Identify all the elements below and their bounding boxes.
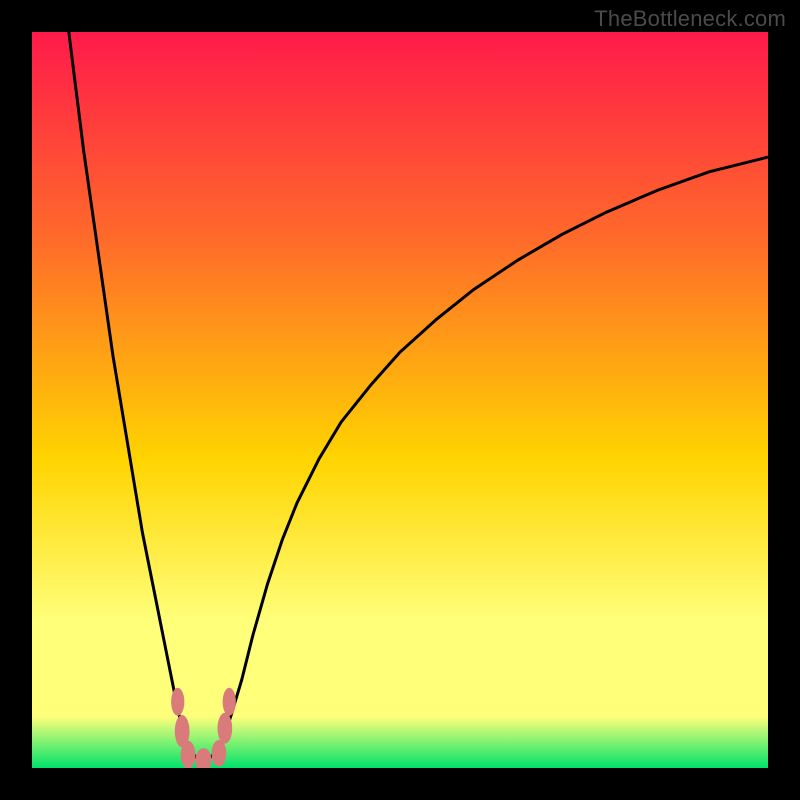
marker-point	[212, 740, 227, 767]
chart-frame: TheBottleneck.com	[0, 0, 800, 800]
chart-svg	[32, 32, 768, 768]
marker-point	[171, 688, 184, 716]
watermark-text: TheBottleneck.com	[594, 6, 786, 32]
chart-background-gradient	[32, 32, 768, 768]
marker-point	[217, 713, 232, 744]
marker-point	[223, 688, 236, 716]
chart-plot-area	[32, 32, 768, 768]
marker-point	[181, 741, 196, 768]
